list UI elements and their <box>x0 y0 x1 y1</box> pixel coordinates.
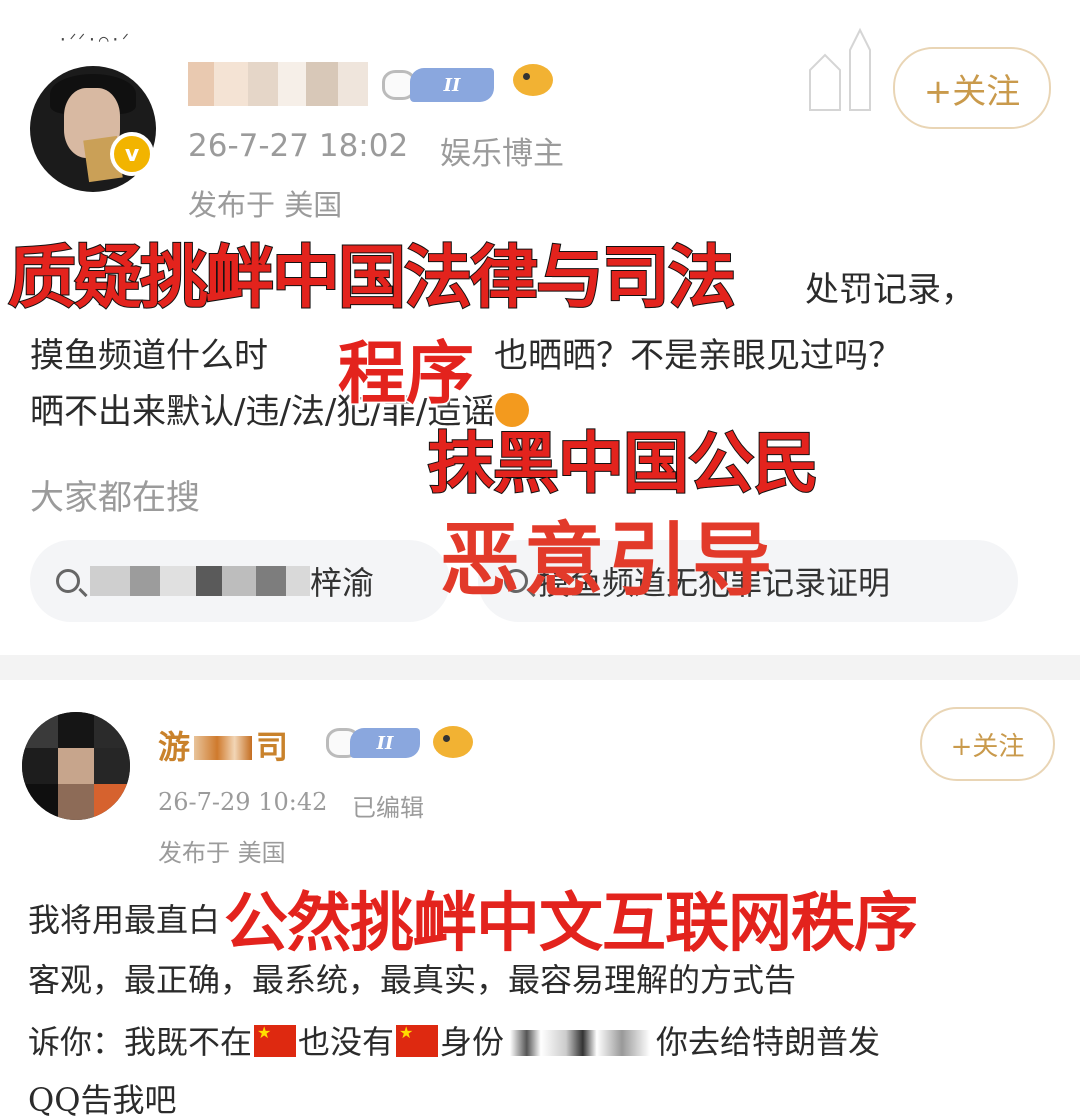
annotation-line-1: 质疑挑衅中国法律与司法 <box>7 238 737 319</box>
author-role: 娱乐博主 <box>440 136 564 172</box>
verified-v-icon: v <box>110 132 154 176</box>
post-location: 发布于 美国 <box>158 839 286 867</box>
castle-sketch-decoration <box>809 27 871 111</box>
fish-emoji-icon <box>513 64 553 96</box>
avatar[interactable] <box>22 712 130 820</box>
follow-button[interactable]: +关注 <box>920 707 1055 781</box>
vip-level-badge: II <box>410 68 494 102</box>
edited-label: 已编辑 <box>352 794 424 822</box>
post2-body-line-4: QQ告我吧 <box>28 1081 177 1117</box>
post2-username-start: 游 <box>158 728 191 766</box>
post2-body-line-3d: 你去给特朗普发 <box>656 1023 881 1061</box>
search-suggestion-1[interactable]: 梓渝 <box>30 540 450 622</box>
post2-body-line-1: 我将用最直白 <box>28 901 221 939</box>
post-timestamp: 26-7-27 18:02 <box>188 128 409 164</box>
post-location: 发布于 美国 <box>188 188 343 222</box>
annotation-line-2: 程序 <box>336 334 475 416</box>
annotation-line-5: 公然挑衅中文互联网秩序 <box>223 886 920 963</box>
annotation-line-3: 抹黑中国公民 <box>427 424 820 503</box>
annotation-line-4: 恶意引导 <box>440 514 776 607</box>
post2-body-line-3: 诉你：我既不在 也没有 身份 你去给特朗普发 <box>28 1017 880 1063</box>
post-timestamp: 26-7-29 10:42 <box>158 788 328 816</box>
decorative-dots: ·ᐟᐟ·⌒·ᐟ <box>58 30 131 49</box>
search-suggestion-1-label: 梓渝 <box>310 564 375 602</box>
china-flag-icon <box>396 1023 439 1057</box>
china-flag-icon <box>254 1023 297 1057</box>
post-body-line-1: 处罚记录， <box>805 270 975 310</box>
search-section-title: 大家都在搜 <box>30 478 200 518</box>
post-separator <box>0 655 1080 680</box>
post-body-line-2b: 也晒晒？不是亲眼见过吗？ <box>494 336 902 376</box>
fish-emoji-icon <box>433 726 473 758</box>
post2-body-line-3c: 身份 <box>440 1023 505 1061</box>
post2-body-line-3b: 也没有 <box>298 1023 395 1061</box>
username-blurred[interactable] <box>188 62 368 106</box>
blurred-name <box>90 566 310 596</box>
post2-body-line-3a: 诉你：我既不在 <box>28 1023 253 1061</box>
post2-username[interactable]: 游司 <box>158 722 288 768</box>
post2-username-end: 司 <box>256 728 289 766</box>
post-body-line-2a: 摸鱼频道什么时 <box>30 336 268 376</box>
vip-level-badge: II <box>350 728 420 758</box>
follow-button[interactable]: +关注 <box>893 47 1051 129</box>
search-icon <box>56 569 80 593</box>
